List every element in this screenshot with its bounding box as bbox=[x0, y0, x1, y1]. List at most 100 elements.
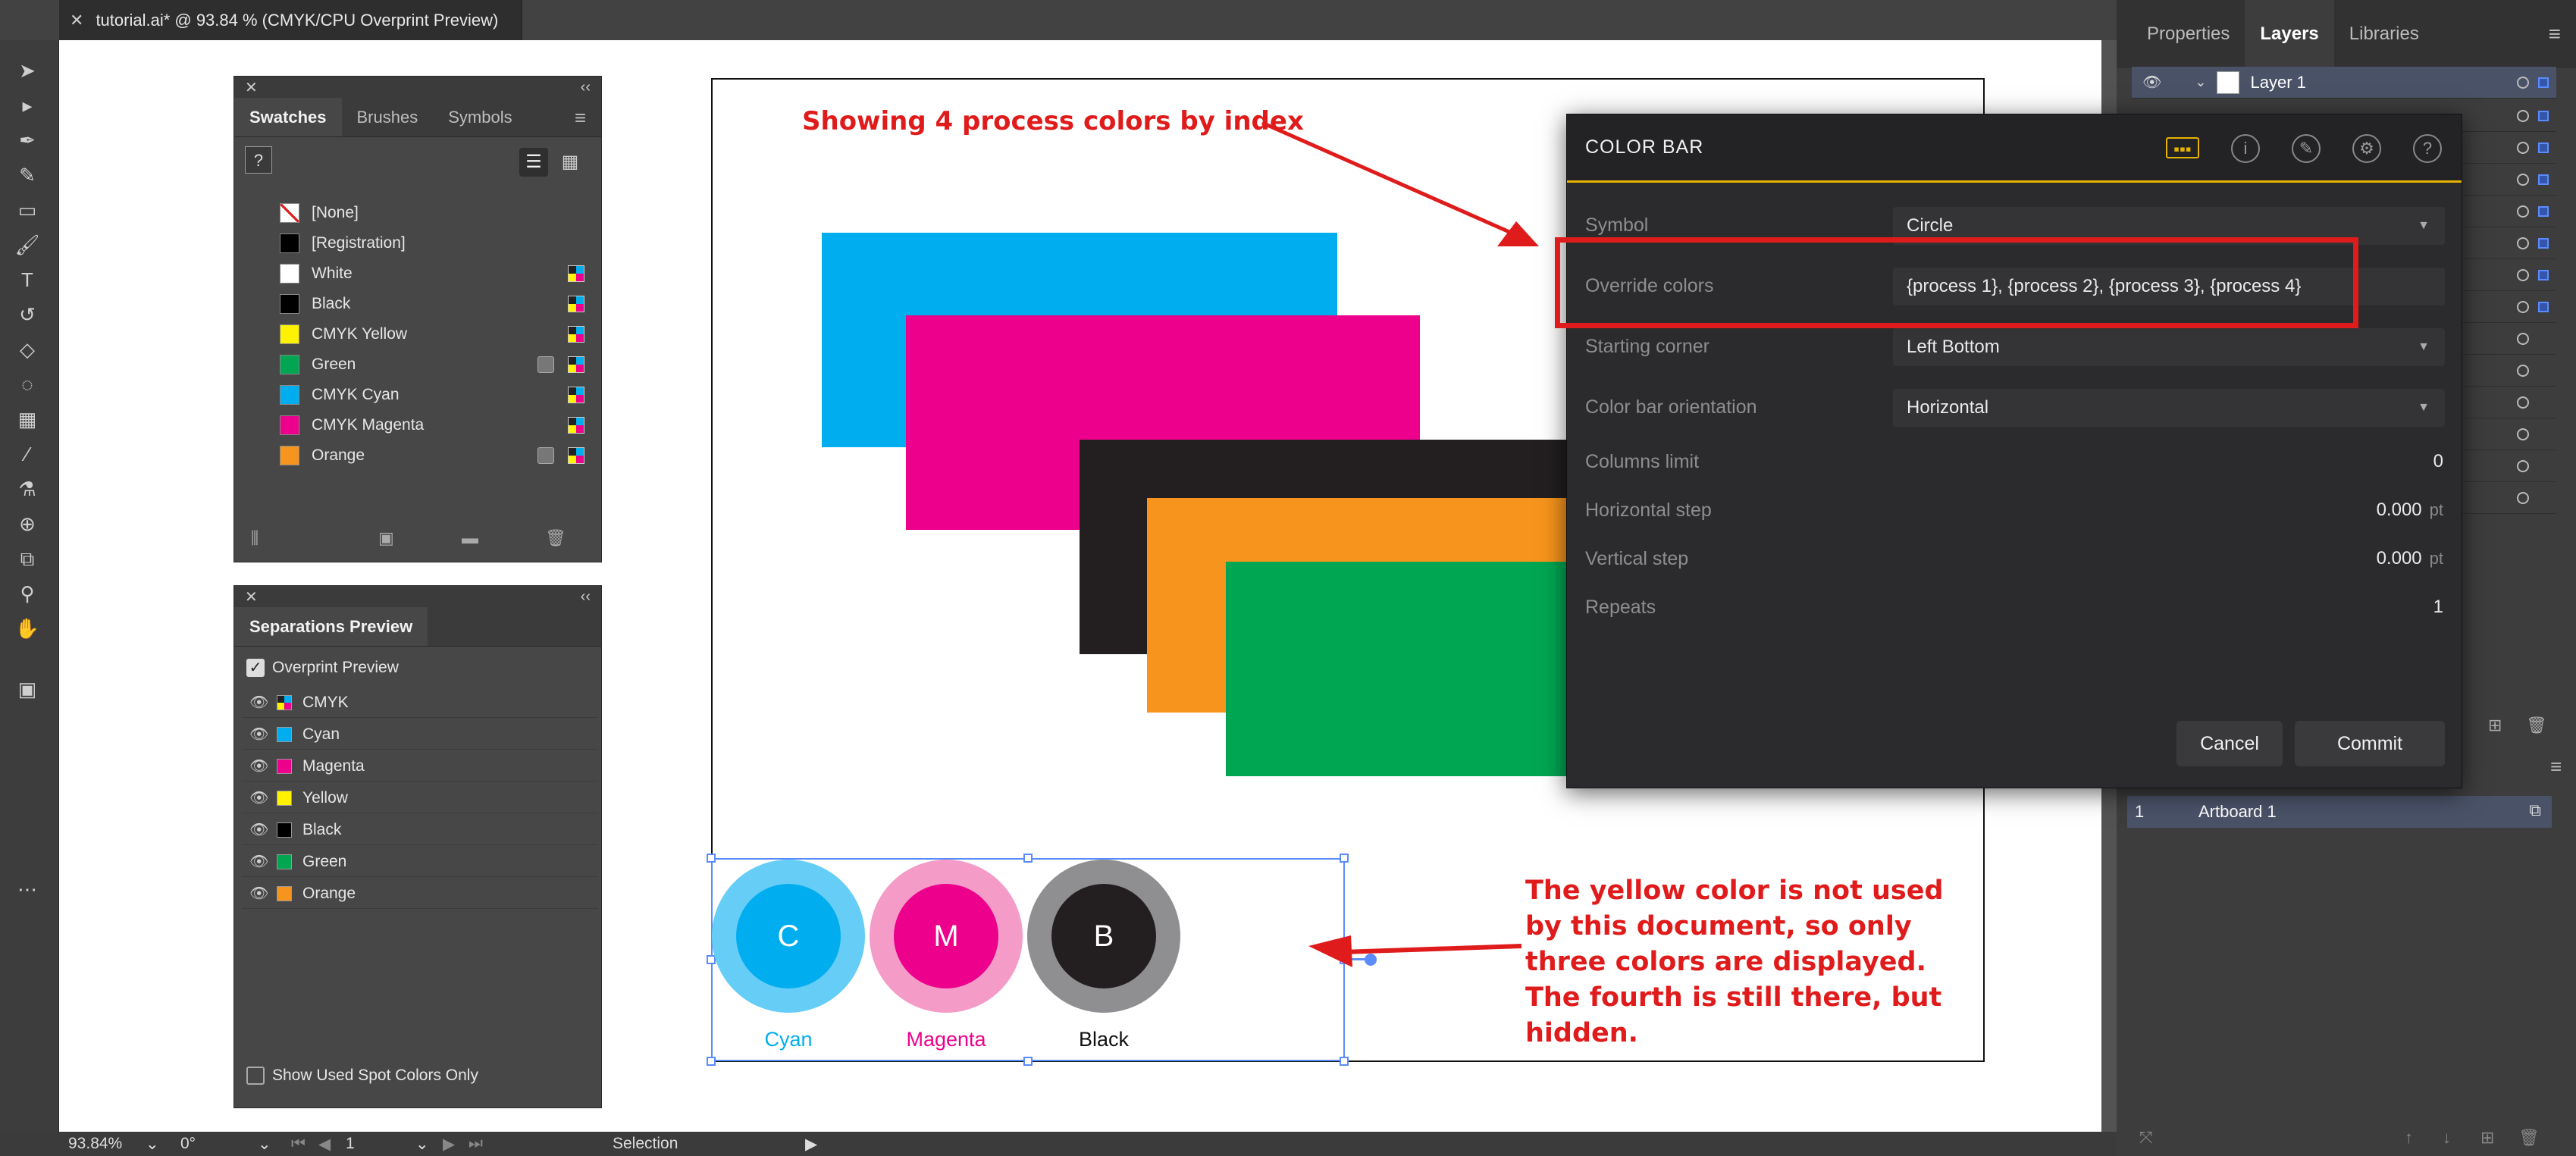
delete-layer-icon[interactable]: 🗑 bbox=[2526, 716, 2547, 735]
cancel-button[interactable]: Cancel bbox=[2176, 721, 2283, 766]
separation-row[interactable]: 👁 CMYK bbox=[242, 688, 598, 718]
horizontal-step-input[interactable]: 0.000 pt bbox=[2377, 500, 2443, 521]
artboards-panel-menu-icon[interactable]: ≡ bbox=[2550, 755, 2562, 778]
prev-artboard-icon[interactable]: ◀ bbox=[318, 1135, 331, 1154]
color-bar-circle-inner[interactable]: C bbox=[736, 884, 841, 988]
list-view-icon[interactable]: ☰ bbox=[519, 148, 548, 177]
chevron-down-icon[interactable]: ⌄ bbox=[258, 1135, 271, 1154]
target-icon[interactable] bbox=[2517, 396, 2529, 409]
swatch-row[interactable]: [None] bbox=[234, 198, 601, 228]
selection-handle-br[interactable] bbox=[1340, 1057, 1349, 1066]
selection-handle-tl[interactable] bbox=[707, 854, 716, 863]
target-icon[interactable] bbox=[2517, 459, 2529, 472]
zoom-tool-icon[interactable]: ⚲ bbox=[12, 578, 42, 609]
target-icon[interactable] bbox=[2517, 109, 2529, 122]
swatch-row[interactable]: Orange bbox=[234, 440, 601, 471]
page-number[interactable]: 1 bbox=[346, 1135, 355, 1153]
show-used-spot-checkbox[interactable] bbox=[246, 1067, 265, 1085]
delete-swatch-icon[interactable]: 🗑 bbox=[545, 528, 566, 548]
hand-tool-icon[interactable]: ✋ bbox=[12, 613, 42, 644]
swatch-row[interactable]: Green bbox=[234, 349, 601, 380]
starting-corner-select[interactable]: Left Bottom ▼ bbox=[1893, 328, 2445, 366]
tab-swatches[interactable]: Swatches bbox=[234, 98, 342, 136]
selection-tool-icon[interactable]: ➤ bbox=[12, 55, 42, 86]
collapse-icon[interactable]: ‹‹ bbox=[581, 79, 591, 96]
visibility-eye-icon[interactable]: 👁 bbox=[249, 725, 272, 744]
separation-row[interactable]: 👁 Yellow bbox=[242, 783, 598, 813]
separation-row[interactable]: 👁 Orange bbox=[242, 879, 598, 909]
new-folder-icon[interactable]: ▬ bbox=[462, 528, 478, 548]
document-tab[interactable]: ✕ tutorial.ai* @ 93.84 % (CMYK/CPU Overp… bbox=[59, 0, 522, 40]
separation-row[interactable]: 👁 Green bbox=[242, 847, 598, 877]
selection-indicator[interactable] bbox=[2538, 110, 2549, 121]
swatch-row[interactable]: CMYK Magenta bbox=[234, 410, 601, 440]
rectangle-tool-icon[interactable]: ▭ bbox=[12, 195, 42, 225]
selection-handle-bl[interactable] bbox=[707, 1057, 716, 1066]
separation-row[interactable]: 👁 Black bbox=[242, 815, 598, 845]
swatches-panel-header[interactable]: ✕ ‹‹ bbox=[234, 77, 601, 98]
columns-limit-input[interactable]: 0 bbox=[2433, 451, 2443, 472]
selection-indicator[interactable] bbox=[2538, 142, 2549, 153]
panel-menu-icon[interactable]: ≡ bbox=[559, 98, 601, 136]
visibility-eye-icon[interactable]: 👁 bbox=[249, 757, 272, 775]
tab-properties[interactable]: Properties bbox=[2132, 0, 2245, 68]
artboard-name[interactable]: Artboard 1 bbox=[2198, 802, 2277, 822]
orientation-select[interactable]: Horizontal ▼ bbox=[1893, 389, 2445, 427]
separation-row[interactable]: 👁 Magenta bbox=[242, 751, 598, 782]
separations-panel-header[interactable]: ✕ ‹‹ bbox=[234, 586, 601, 607]
visibility-eye-icon[interactable]: 👁 bbox=[249, 693, 272, 712]
target-icon[interactable] bbox=[2517, 237, 2529, 249]
color-bar-circle-inner[interactable]: B bbox=[1051, 884, 1156, 988]
rotate-tool-icon[interactable]: ↺ bbox=[12, 299, 42, 330]
selection-indicator[interactable] bbox=[2538, 269, 2549, 280]
selection-indicator[interactable] bbox=[2538, 174, 2549, 185]
target-icon[interactable] bbox=[2517, 268, 2529, 281]
repeats-input[interactable]: 1 bbox=[2433, 597, 2443, 618]
visibility-eye-icon[interactable]: 👁 bbox=[249, 788, 272, 807]
first-artboard-icon[interactable]: ⏮ bbox=[291, 1135, 306, 1153]
commit-button[interactable]: Commit bbox=[2295, 721, 2445, 766]
swatch-row[interactable]: CMYK Yellow bbox=[234, 319, 601, 349]
help-icon[interactable]: ? bbox=[2413, 134, 2442, 163]
rearrange-artboards-icon[interactable]: ⤧ bbox=[2139, 1128, 2153, 1148]
swatch-row[interactable]: Black bbox=[234, 289, 601, 319]
close-tab-icon[interactable]: ✕ bbox=[70, 11, 83, 30]
target-icon[interactable] bbox=[2517, 76, 2529, 89]
artboard-tool-icon[interactable]: ⧉ bbox=[12, 544, 42, 574]
selection-handle-tm[interactable] bbox=[1023, 854, 1033, 863]
direct-selection-tool-icon[interactable]: ▸ bbox=[12, 90, 42, 121]
color-bar-mode-icon[interactable]: ▪▪▪ bbox=[2166, 137, 2199, 158]
eraser-tool-icon[interactable]: ◇ bbox=[12, 334, 42, 365]
move-down-icon[interactable]: ↓ bbox=[2443, 1128, 2451, 1148]
more-tools-icon[interactable]: ⋯ bbox=[12, 874, 42, 904]
target-icon[interactable] bbox=[2517, 364, 2529, 377]
move-up-icon[interactable]: ↑ bbox=[2405, 1128, 2413, 1148]
chevron-down-icon[interactable]: ⌄ bbox=[415, 1135, 429, 1154]
target-icon[interactable] bbox=[2517, 173, 2529, 186]
vertical-step-input[interactable]: 0.000 pt bbox=[2377, 548, 2443, 569]
artboard-options-icon[interactable]: ⧉ bbox=[2529, 800, 2541, 820]
last-artboard-icon[interactable]: ⏭ bbox=[469, 1135, 483, 1153]
curvature-tool-icon[interactable]: ✎ bbox=[12, 160, 42, 190]
fill-stroke-indicator[interactable]: ? bbox=[245, 146, 272, 174]
panel-menu-icon[interactable]: ≡ bbox=[2534, 0, 2576, 68]
wrench-icon[interactable]: ✎ bbox=[2292, 134, 2321, 163]
expand-chevron-icon[interactable]: ⌄ bbox=[2195, 74, 2206, 90]
eyedropper-tool-icon[interactable]: ⁄ bbox=[12, 439, 42, 469]
color-bar-circle-outer[interactable]: B bbox=[1027, 860, 1180, 1013]
layer-row[interactable]: 👁 ⌄ Layer 1 bbox=[2132, 67, 2556, 99]
new-layer-icon[interactable]: ⊞ bbox=[2488, 716, 2502, 735]
selection-indicator[interactable] bbox=[2538, 77, 2549, 88]
close-icon[interactable]: ✕ bbox=[245, 587, 258, 606]
tab-layers[interactable]: Layers bbox=[2245, 0, 2334, 68]
visibility-eye-icon[interactable]: 👁 bbox=[2142, 73, 2161, 92]
pen-tool-icon[interactable]: ✒ bbox=[12, 125, 42, 155]
tab-libraries[interactable]: Libraries bbox=[2334, 0, 2434, 68]
next-artboard-icon[interactable]: ▶ bbox=[443, 1135, 455, 1154]
settings-gear-icon[interactable]: ⚙ bbox=[2352, 134, 2381, 163]
swatch-row[interactable]: CMYK Cyan bbox=[234, 380, 601, 410]
separation-row[interactable]: 👁 Cyan bbox=[242, 719, 598, 750]
tab-separations-preview[interactable]: Separations Preview bbox=[234, 607, 428, 646]
target-icon[interactable] bbox=[2517, 205, 2529, 218]
swatch-row[interactable]: White bbox=[234, 258, 601, 289]
